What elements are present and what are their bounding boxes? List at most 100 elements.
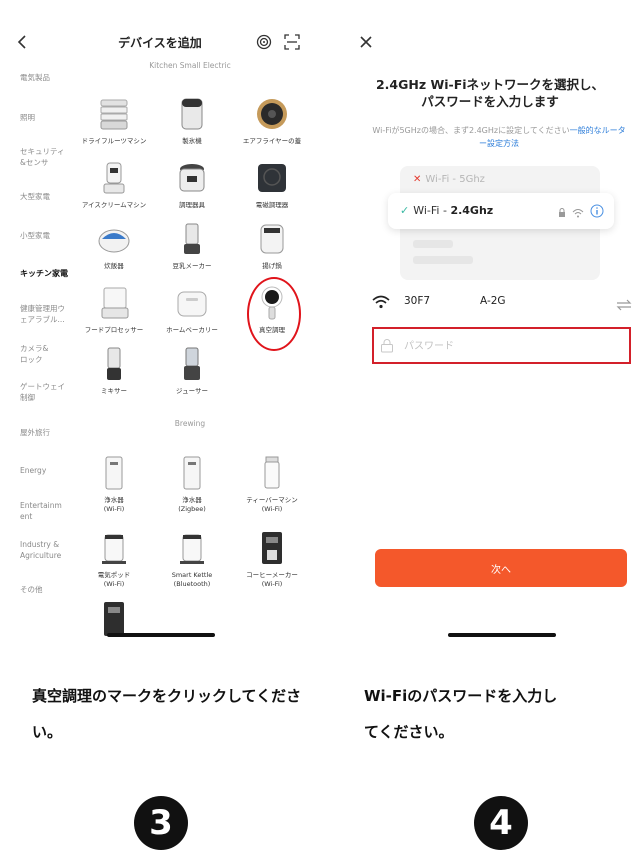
device-juicer[interactable]: ジューサー: [152, 346, 232, 396]
device-soymilk-maker[interactable]: 豆乳メーカー: [152, 221, 232, 271]
section-brewing: Brewing: [174, 419, 206, 428]
device-label: 浄水器 (Wi-Fi): [103, 496, 125, 513]
device-label: 調理器具: [179, 201, 205, 209]
device-water-purifier-zigbee[interactable]: 浄水器 (Zigbee): [152, 455, 232, 514]
device-coffee-maker[interactable]: コーヒーメーカー (Wi-Fi): [232, 530, 312, 589]
ice-maker-icon: [174, 96, 210, 132]
sidebar-item-small-appliances[interactable]: 小型家電: [20, 230, 80, 241]
device-dehydrator[interactable]: ドライフルーツマシン: [74, 96, 154, 146]
device-ice-cream-machine[interactable]: アイスクリームマシン: [74, 160, 154, 210]
caption-left: 真空調理のマークをクリックしてください。: [32, 687, 302, 741]
cooker-icon: [174, 160, 210, 196]
wifi-24-card: ✓ Wi-Fi - 2.4Ghz: [388, 193, 614, 229]
step-number-4: 4: [474, 796, 528, 850]
sidebar-item-industry[interactable]: Industry & Agriculture: [20, 539, 80, 561]
rice-cooker-icon: [96, 221, 132, 257]
sidebar-item-outdoor[interactable]: 屋外旅行: [20, 427, 80, 438]
add-device-screen: デバイスを追加 電気製品 照明 セキュリティ &センサ 大型家電 小型家電 キッ…: [0, 0, 320, 640]
air-fryer-lid-icon: [254, 96, 290, 132]
sidebar-item-entertainment[interactable]: Entertainm ent: [20, 500, 80, 522]
device-label: エアフライヤーの蓋: [242, 137, 302, 145]
device-blender[interactable]: ミキサー: [74, 346, 154, 396]
dehydrator-icon: [96, 96, 132, 132]
device-fryer[interactable]: 揚げ鍋: [232, 221, 312, 271]
device-water-purifier-wifi[interactable]: 浄水器 (Wi-Fi): [74, 455, 154, 514]
device-label: ホームベーカリー: [166, 326, 218, 334]
device-label: 豆乳メーカー: [172, 262, 212, 270]
water-purifier-icon: [174, 455, 210, 491]
smart-kettle-icon: [174, 530, 210, 566]
device-rice-cooker[interactable]: 炊飯器: [74, 221, 154, 271]
device-smart-kettle[interactable]: Smart Kettle (Bluetooth): [152, 530, 232, 589]
wifi-24-prefix: Wi-Fi -: [413, 204, 451, 217]
device-label: ティーバーマシン (Wi-Fi): [246, 496, 298, 513]
sidebar-item-large-appliances[interactable]: 大型家電: [20, 191, 80, 202]
coffee-maker-icon: [96, 600, 132, 636]
wifi-24-band: 2.4Ghz: [450, 204, 494, 217]
auto-scan-icon[interactable]: [256, 34, 272, 50]
wifi-5g-row: ✕ Wi-Fi - 5Ghz: [413, 174, 485, 185]
device-partial[interactable]: [74, 600, 154, 636]
tea-machine-icon: [254, 455, 290, 491]
ice-cream-machine-icon: [96, 160, 132, 196]
device-label: 炊飯器: [104, 262, 124, 270]
device-label: フードプロセッサー: [84, 326, 144, 334]
wifi-5g-band: 5Ghz: [459, 174, 485, 185]
device-ice-maker[interactable]: 製氷機: [152, 96, 232, 146]
device-label: ドライフルーツマシン: [81, 137, 147, 145]
step-number-3: 3: [134, 796, 188, 850]
sidebar-item-lighting[interactable]: 照明: [20, 112, 80, 123]
device-bread-maker[interactable]: ホームベーカリー: [152, 285, 232, 335]
device-electric-pot[interactable]: 電気ポッド (Wi-Fi): [74, 530, 154, 589]
wifi-5g-prefix: Wi-Fi -: [425, 174, 460, 185]
selected-network-row[interactable]: 30F7 A-2G: [372, 292, 632, 312]
device-induction-cooker[interactable]: 電磁調理器: [232, 160, 312, 210]
placeholder-line: [413, 256, 473, 264]
sidebar-item-camera-lock[interactable]: カメラ& ロック: [20, 343, 80, 365]
sidebar-item-other[interactable]: その他: [20, 584, 80, 595]
caption-right: Wi-Fiのパスワードを入力してください。: [364, 687, 558, 741]
lock-icon: [380, 338, 394, 353]
juicer-icon: [174, 346, 210, 382]
check-icon: ✓: [400, 204, 410, 217]
section-kitchen-small-electric: Kitchen Small Electric: [149, 61, 231, 70]
placeholder-line: [413, 240, 453, 248]
sidebar-item-energy[interactable]: Energy: [20, 465, 80, 476]
device-label: 浄水器 (Zigbee): [178, 496, 206, 513]
food-processor-icon: [96, 285, 132, 321]
home-indicator: [107, 633, 215, 637]
next-button[interactable]: 次へ: [375, 549, 627, 587]
password-input[interactable]: [404, 337, 604, 355]
wifi-setup-title: 2.4GHz Wi-Fiネットワークを選択し、パスワードを入力します: [375, 77, 605, 109]
device-tea-machine[interactable]: ティーバーマシン (Wi-Fi): [232, 455, 312, 514]
page-title: デバイスを追加: [118, 36, 202, 50]
device-label: ミキサー: [101, 387, 127, 395]
coffee-maker-icon: [254, 530, 290, 566]
qr-scan-icon[interactable]: [284, 34, 300, 50]
device-food-processor[interactable]: フードプロセッサー: [74, 285, 154, 335]
device-air-fryer-lid[interactable]: エアフライヤーの蓋: [232, 96, 312, 146]
soymilk-maker-icon: [174, 221, 210, 257]
info-icon: [590, 203, 604, 222]
sidebar-item-security[interactable]: セキュリティ &センサ: [20, 146, 80, 168]
device-label: アイスクリームマシン: [81, 201, 147, 209]
device-label: ジューサー: [176, 387, 208, 395]
wifi-setup-screen: 2.4GHz Wi-Fiネットワークを選択し、パスワードを入力します Wi-Fi…: [320, 0, 640, 640]
device-cooker[interactable]: 調理器具: [152, 160, 232, 210]
water-purifier-icon: [96, 455, 132, 491]
induction-cooker-icon: [254, 160, 290, 196]
bread-maker-icon: [174, 285, 210, 321]
wifi-setup-note: Wi-Fiが5GHzの場合、まず2.4GHzに設定してください一般的なルーター設…: [372, 124, 626, 150]
blender-icon: [96, 346, 132, 382]
switch-network-icon[interactable]: [616, 296, 632, 311]
sidebar-item-gateway[interactable]: ゲートウェイ 制御: [20, 381, 80, 403]
sidebar-item-kitchen[interactable]: キッチン家電: [20, 268, 80, 279]
ssid-name: 30F7: [404, 295, 431, 307]
device-label: 揚げ鍋: [262, 262, 282, 270]
device-label: Smart Kettle (Bluetooth): [171, 571, 213, 588]
sidebar-item-appliances[interactable]: 電気製品: [20, 72, 80, 83]
back-arrow-icon[interactable]: [14, 33, 32, 51]
sous-vide-highlight: [247, 277, 301, 351]
sidebar-item-health[interactable]: 健康管理用ウ ェアラブル...: [20, 303, 80, 325]
close-icon[interactable]: [358, 34, 374, 50]
